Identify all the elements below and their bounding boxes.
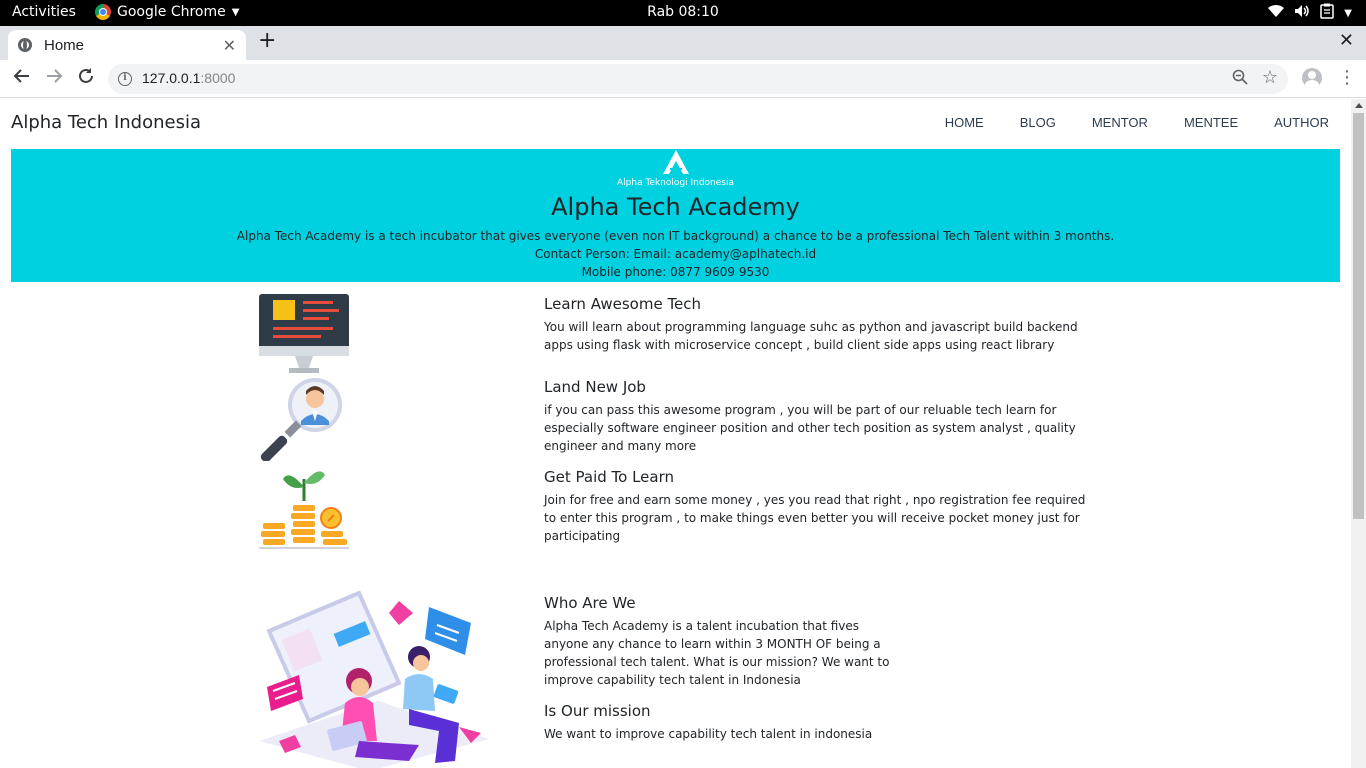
- chrome-icon: [95, 4, 111, 20]
- tab-strip: Home ✕: [0, 26, 1366, 60]
- feature-text: Join for free and earn some money , yes …: [544, 493, 1086, 543]
- reload-icon[interactable]: [74, 67, 98, 91]
- back-arrow-icon[interactable]: [10, 67, 34, 91]
- page-viewport: Alpha Tech Indonesia HOME BLOG MENTOR ME…: [0, 99, 1351, 768]
- hero-description: Alpha Tech Academy is a tech incubator t…: [236, 229, 1115, 243]
- feature-title: Learn Awesome Tech: [544, 295, 702, 313]
- feature-text: if you can pass this awesome program , y…: [544, 403, 1076, 453]
- activities-button[interactable]: Activities: [12, 4, 76, 20]
- tab-title: Home: [44, 36, 85, 54]
- system-top-bar: Activities Google Chrome ▼ Rab 08:10 ▼: [0, 0, 1366, 26]
- alpha-logo-icon: [663, 150, 689, 174]
- bookmark-star-icon[interactable]: ☆: [1262, 67, 1278, 88]
- about-mission-title: Is Our mission: [544, 702, 651, 720]
- volume-icon: [1294, 4, 1310, 22]
- site-nav: HOME BLOG MENTOR MENTEE AUTHOR: [909, 115, 1329, 130]
- site-info-icon[interactable]: i: [118, 72, 132, 86]
- system-tray[interactable]: ▼: [1268, 3, 1352, 23]
- power-menu-caret-icon: ▼: [1344, 7, 1352, 19]
- clipboard-icon: [1320, 3, 1335, 23]
- hero-phone: Mobile phone: 0877 9609 9530: [581, 265, 770, 279]
- caret-down-icon: ▼: [231, 6, 240, 18]
- browser-toolbar: i 127.0.0.1:8000 ☆ ⋮: [0, 60, 1366, 98]
- globe-icon: [18, 38, 32, 52]
- zoom-icon[interactable]: [1232, 69, 1248, 89]
- url-text[interactable]: 127.0.0.1:8000: [142, 70, 235, 86]
- feature-title: Get Paid To Learn: [544, 468, 675, 486]
- nav-blog[interactable]: BLOG: [1020, 115, 1056, 130]
- page-scrollbar[interactable]: [1351, 99, 1366, 768]
- profile-avatar-icon[interactable]: [1302, 68, 1322, 88]
- about-who-title: Who Are We: [544, 594, 636, 612]
- hero-title: Alpha Tech Academy: [551, 193, 800, 221]
- nav-home[interactable]: HOME: [945, 115, 984, 130]
- forward-arrow-icon[interactable]: [42, 67, 66, 91]
- monitor-code-icon: [259, 294, 349, 373]
- magnifier-person-icon: [260, 378, 342, 461]
- nav-author[interactable]: AUTHOR: [1274, 115, 1329, 130]
- url-port: :8000: [200, 70, 236, 86]
- chrome-menu-icon[interactable]: ⋮: [1338, 67, 1356, 88]
- new-tab-icon[interactable]: +: [258, 30, 276, 52]
- about-who-text: Alpha Tech Academy is a talent incubatio…: [544, 619, 890, 687]
- window-close-icon[interactable]: ✕: [1339, 30, 1354, 51]
- url-host: 127.0.0.1: [142, 70, 201, 86]
- nav-mentor[interactable]: MENTOR: [1092, 115, 1148, 130]
- address-bar[interactable]: i 127.0.0.1:8000 ☆: [108, 64, 1288, 94]
- hero-contact: Contact Person: Email: academy@aplhatech…: [534, 247, 817, 261]
- tab-home[interactable]: Home ✕: [8, 30, 246, 60]
- wifi-icon: [1268, 4, 1285, 22]
- scroll-up-arrow-icon[interactable]: [1355, 103, 1363, 108]
- about-mission-text: We want to improve capability tech talen…: [544, 727, 873, 741]
- tab-close-icon[interactable]: ✕: [223, 36, 236, 55]
- app-menu[interactable]: Google Chrome ▼: [95, 4, 239, 20]
- coins-plant-icon: [259, 471, 349, 549]
- feature-title: Land New Job: [544, 378, 646, 396]
- hero-banner: Alpha Teknologi Indonesia Alpha Tech Aca…: [11, 149, 1340, 282]
- app-menu-label: Google Chrome: [117, 4, 226, 20]
- team-working-illustration: [259, 591, 489, 768]
- site-brand[interactable]: Alpha Tech Indonesia: [11, 112, 201, 133]
- logo-caption: Alpha Teknologi Indonesia: [617, 178, 734, 188]
- feature-text: You will learn about programming languag…: [544, 320, 1078, 352]
- nav-mentee[interactable]: MENTEE: [1184, 115, 1238, 130]
- scrollbar-thumb[interactable]: [1353, 113, 1364, 519]
